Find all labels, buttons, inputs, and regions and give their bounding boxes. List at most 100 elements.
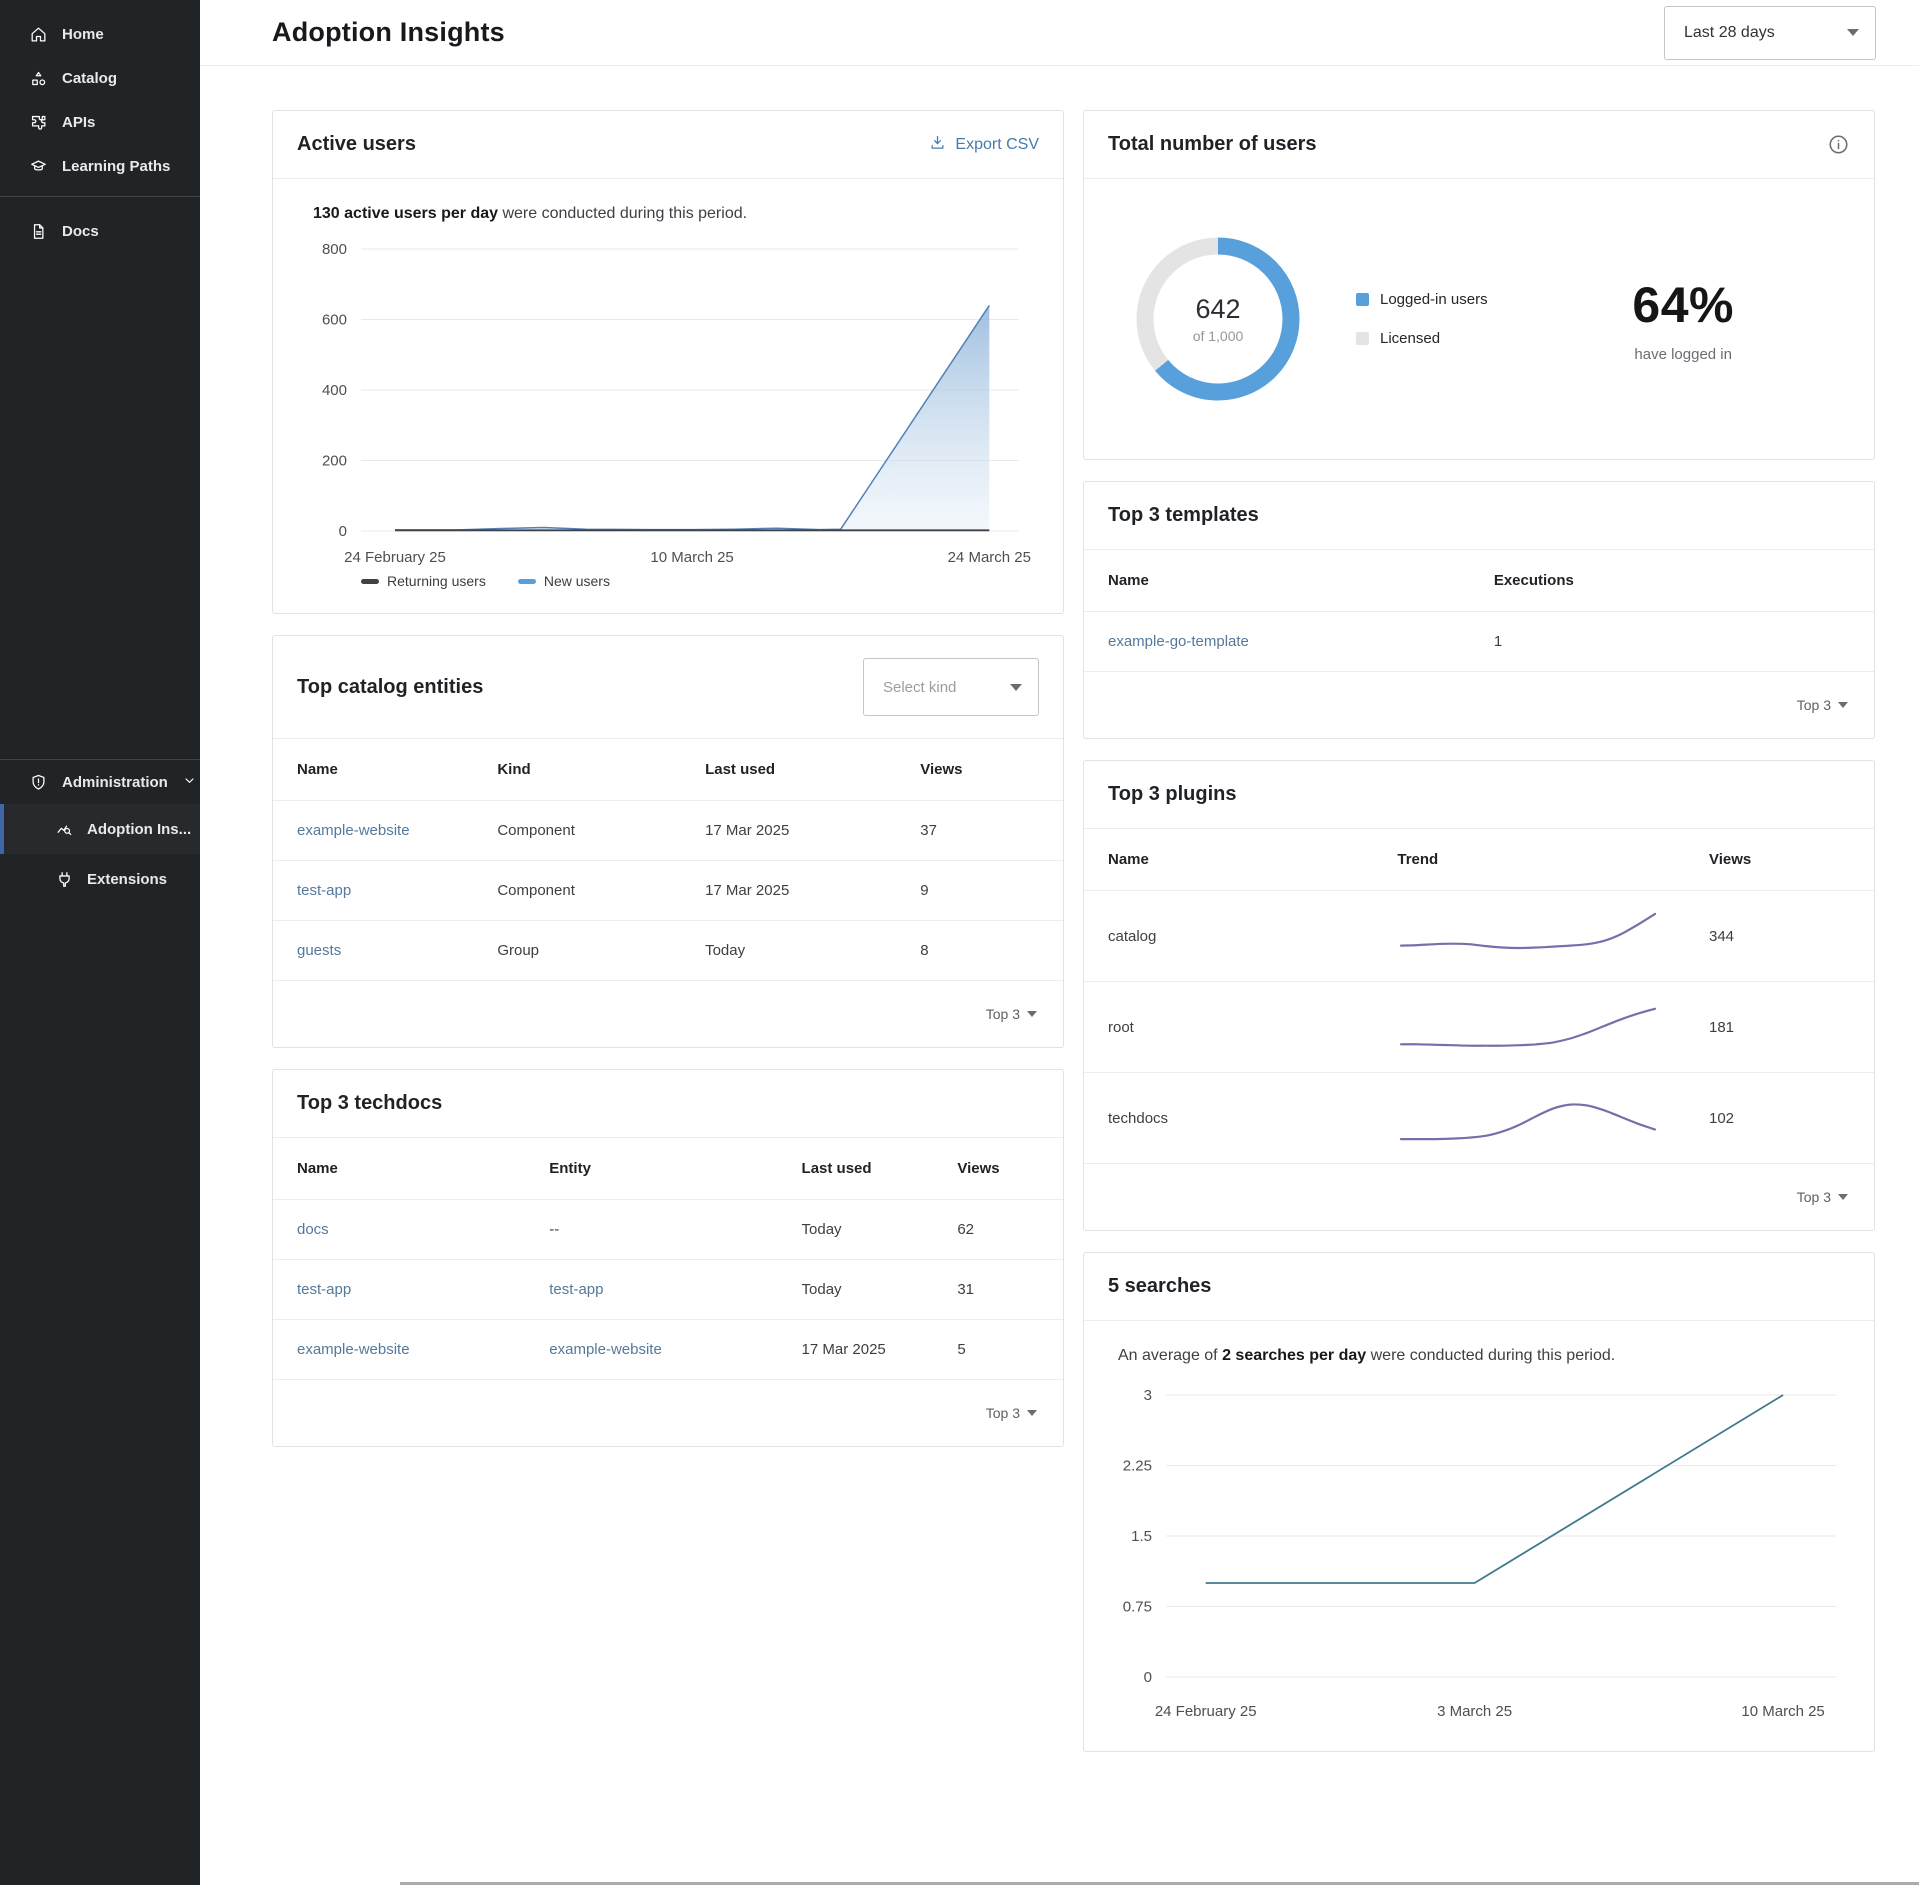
column-header: Trend	[1397, 851, 1709, 868]
sidebar-item-label: Administration	[62, 774, 168, 791]
searches-chart-wrap: 00.751.52.25324 February 253 March 2510 …	[1084, 1371, 1874, 1751]
svg-text:1.5: 1.5	[1131, 1528, 1152, 1545]
table-body: example-go-template1	[1084, 612, 1874, 672]
trend-sparkline	[1397, 908, 1659, 964]
table-row: example-websiteexample-website17 Mar 202…	[273, 1320, 1063, 1380]
entity-link[interactable]: test-app	[297, 1281, 549, 1298]
card-title: Total number of users	[1108, 133, 1317, 156]
total-users-legend: Logged-in users Licensed	[1356, 291, 1488, 347]
legend-item: Licensed	[1356, 330, 1488, 347]
column-header: Name	[1108, 572, 1494, 589]
info-icon[interactable]	[1827, 133, 1850, 156]
entity-link[interactable]: test-app	[549, 1281, 801, 1298]
searches-card: 5 searches An average of 2 searches per …	[1083, 1252, 1875, 1752]
sidebar-item-label: Docs	[62, 223, 99, 240]
sidebar-nav-primary: Home Catalog APIsLearning Paths	[0, 0, 200, 196]
top3-select[interactable]: Top 3	[1084, 1164, 1874, 1230]
top3-select[interactable]: Top 3	[273, 1380, 1063, 1446]
sidebar-item-administration[interactable]: Administration	[0, 760, 200, 804]
sidebar: Home Catalog APIsLearning Paths Docs Admin…	[0, 0, 200, 1885]
sidebar-item-home[interactable]: Home	[0, 12, 200, 56]
sidebar-admin-children: Adoption Ins... Extensions	[0, 804, 200, 904]
left-column: Active users Export CSV 130 active users…	[272, 110, 1064, 1447]
legend-label: Returning users	[387, 573, 486, 589]
entity-link[interactable]: example-website	[297, 1341, 549, 1358]
active-users-chart-wrap: 020040060080024 February 2510 March 2524…	[273, 229, 1063, 571]
export-csv-button[interactable]: Export CSV	[929, 134, 1039, 156]
svg-text:24 March 25: 24 March 25	[948, 549, 1031, 566]
svg-text:0.75: 0.75	[1123, 1599, 1152, 1616]
legend-item: New users	[518, 573, 610, 589]
sidebar-item-extensions[interactable]: Extensions	[0, 854, 200, 904]
table-cell: 62	[957, 1221, 1039, 1238]
table-cell: 9	[920, 882, 1039, 899]
sidebar-item-docs[interactable]: Docs	[0, 209, 200, 253]
entity-link[interactable]: example-website	[549, 1341, 801, 1358]
legend-label: Licensed	[1380, 330, 1440, 347]
entity-link[interactable]: docs	[297, 1221, 549, 1238]
legend-item: Logged-in users	[1356, 291, 1488, 308]
entity-link[interactable]: example-go-template	[1108, 633, 1494, 650]
active-users-card: Active users Export CSV 130 active users…	[272, 110, 1064, 614]
table-header-row: NameKindLast usedViews	[273, 739, 1063, 801]
chevron-down-icon	[1027, 1011, 1037, 1017]
date-range-select[interactable]: Last 28 days	[1664, 6, 1876, 60]
chevron-down-icon	[1010, 684, 1022, 691]
sidebar-item-label: Catalog	[62, 70, 117, 87]
total-users-card: Total number of users 642 of 1,000	[1083, 110, 1875, 460]
chevron-down-icon[interactable]	[182, 773, 197, 792]
svg-text:3 March 25: 3 March 25	[1437, 1703, 1512, 1720]
column-header: Name	[297, 1160, 549, 1177]
export-csv-label: Export CSV	[955, 136, 1039, 154]
table-row: test-apptest-appToday31	[273, 1260, 1063, 1320]
legend-swatch	[1356, 332, 1369, 345]
top3-select[interactable]: Top 3	[1084, 672, 1874, 738]
table-header-row: NameEntityLast usedViews	[273, 1138, 1063, 1200]
svg-text:0: 0	[1144, 1669, 1152, 1686]
legend-swatch	[361, 579, 379, 584]
select-kind-dropdown[interactable]: Select kind	[863, 658, 1039, 716]
table-cell: root	[1108, 1019, 1397, 1036]
sidebar-item-label: Adoption Ins...	[87, 821, 191, 838]
entity-link[interactable]: example-website	[297, 822, 497, 839]
sidebar-item-adoption-ins[interactable]: Adoption Ins...	[0, 804, 200, 854]
techdocs-table: NameEntityLast usedViews docs--Today62te…	[273, 1138, 1063, 1446]
top-techdocs-card: Top 3 techdocs NameEntityLast usedViews …	[272, 1069, 1064, 1447]
learning-paths-icon	[29, 157, 48, 176]
table-header-row: NameExecutions	[1084, 550, 1874, 612]
svg-text:400: 400	[322, 382, 347, 399]
page-header: Adoption Insights Last 28 days	[200, 0, 1919, 66]
sidebar-item-learning-paths[interactable]: Learning Paths	[0, 144, 200, 188]
chevron-down-icon	[1838, 1194, 1848, 1200]
logged-in-percent: 64%	[1632, 276, 1734, 334]
adoption-insights-icon	[55, 820, 74, 839]
table-cell: Component	[497, 882, 705, 899]
entity-link[interactable]: test-app	[297, 882, 497, 899]
column-header: Name	[297, 761, 497, 778]
apis-icon	[29, 113, 48, 132]
date-range-value: Last 28 days	[1684, 24, 1775, 42]
top3-label: Top 3	[986, 1006, 1020, 1022]
sidebar-item-catalog[interactable]: Catalog	[0, 56, 200, 100]
dashboard-content: Active users Export CSV 130 active users…	[200, 66, 1919, 1792]
entity-link[interactable]: guests	[297, 942, 497, 959]
table-row: docs--Today62	[273, 1200, 1063, 1260]
table-cell: 5	[957, 1341, 1039, 1358]
card-title: Active users	[297, 133, 416, 156]
svg-text:2.25: 2.25	[1123, 1458, 1152, 1475]
table-body: docs--Today62test-apptest-appToday31exam…	[273, 1200, 1063, 1380]
column-header: Entity	[549, 1160, 801, 1177]
table-cell: 102	[1709, 1110, 1850, 1127]
templates-table: NameExecutions example-go-template1 Top …	[1084, 550, 1874, 738]
table-body: example-websiteComponent17 Mar 202537tes…	[273, 801, 1063, 981]
sidebar-item-apis[interactable]: APIs	[0, 100, 200, 144]
total-users-donut: 642 of 1,000	[1126, 227, 1310, 411]
trend-sparkline	[1397, 1090, 1659, 1146]
svg-text:200: 200	[322, 453, 347, 470]
column-header: Last used	[705, 761, 920, 778]
column-header: Views	[1709, 851, 1850, 868]
trend-cell	[1397, 1090, 1709, 1146]
table-row: root181	[1084, 982, 1874, 1073]
svg-text:3: 3	[1144, 1387, 1152, 1404]
top3-select[interactable]: Top 3	[273, 981, 1063, 1047]
